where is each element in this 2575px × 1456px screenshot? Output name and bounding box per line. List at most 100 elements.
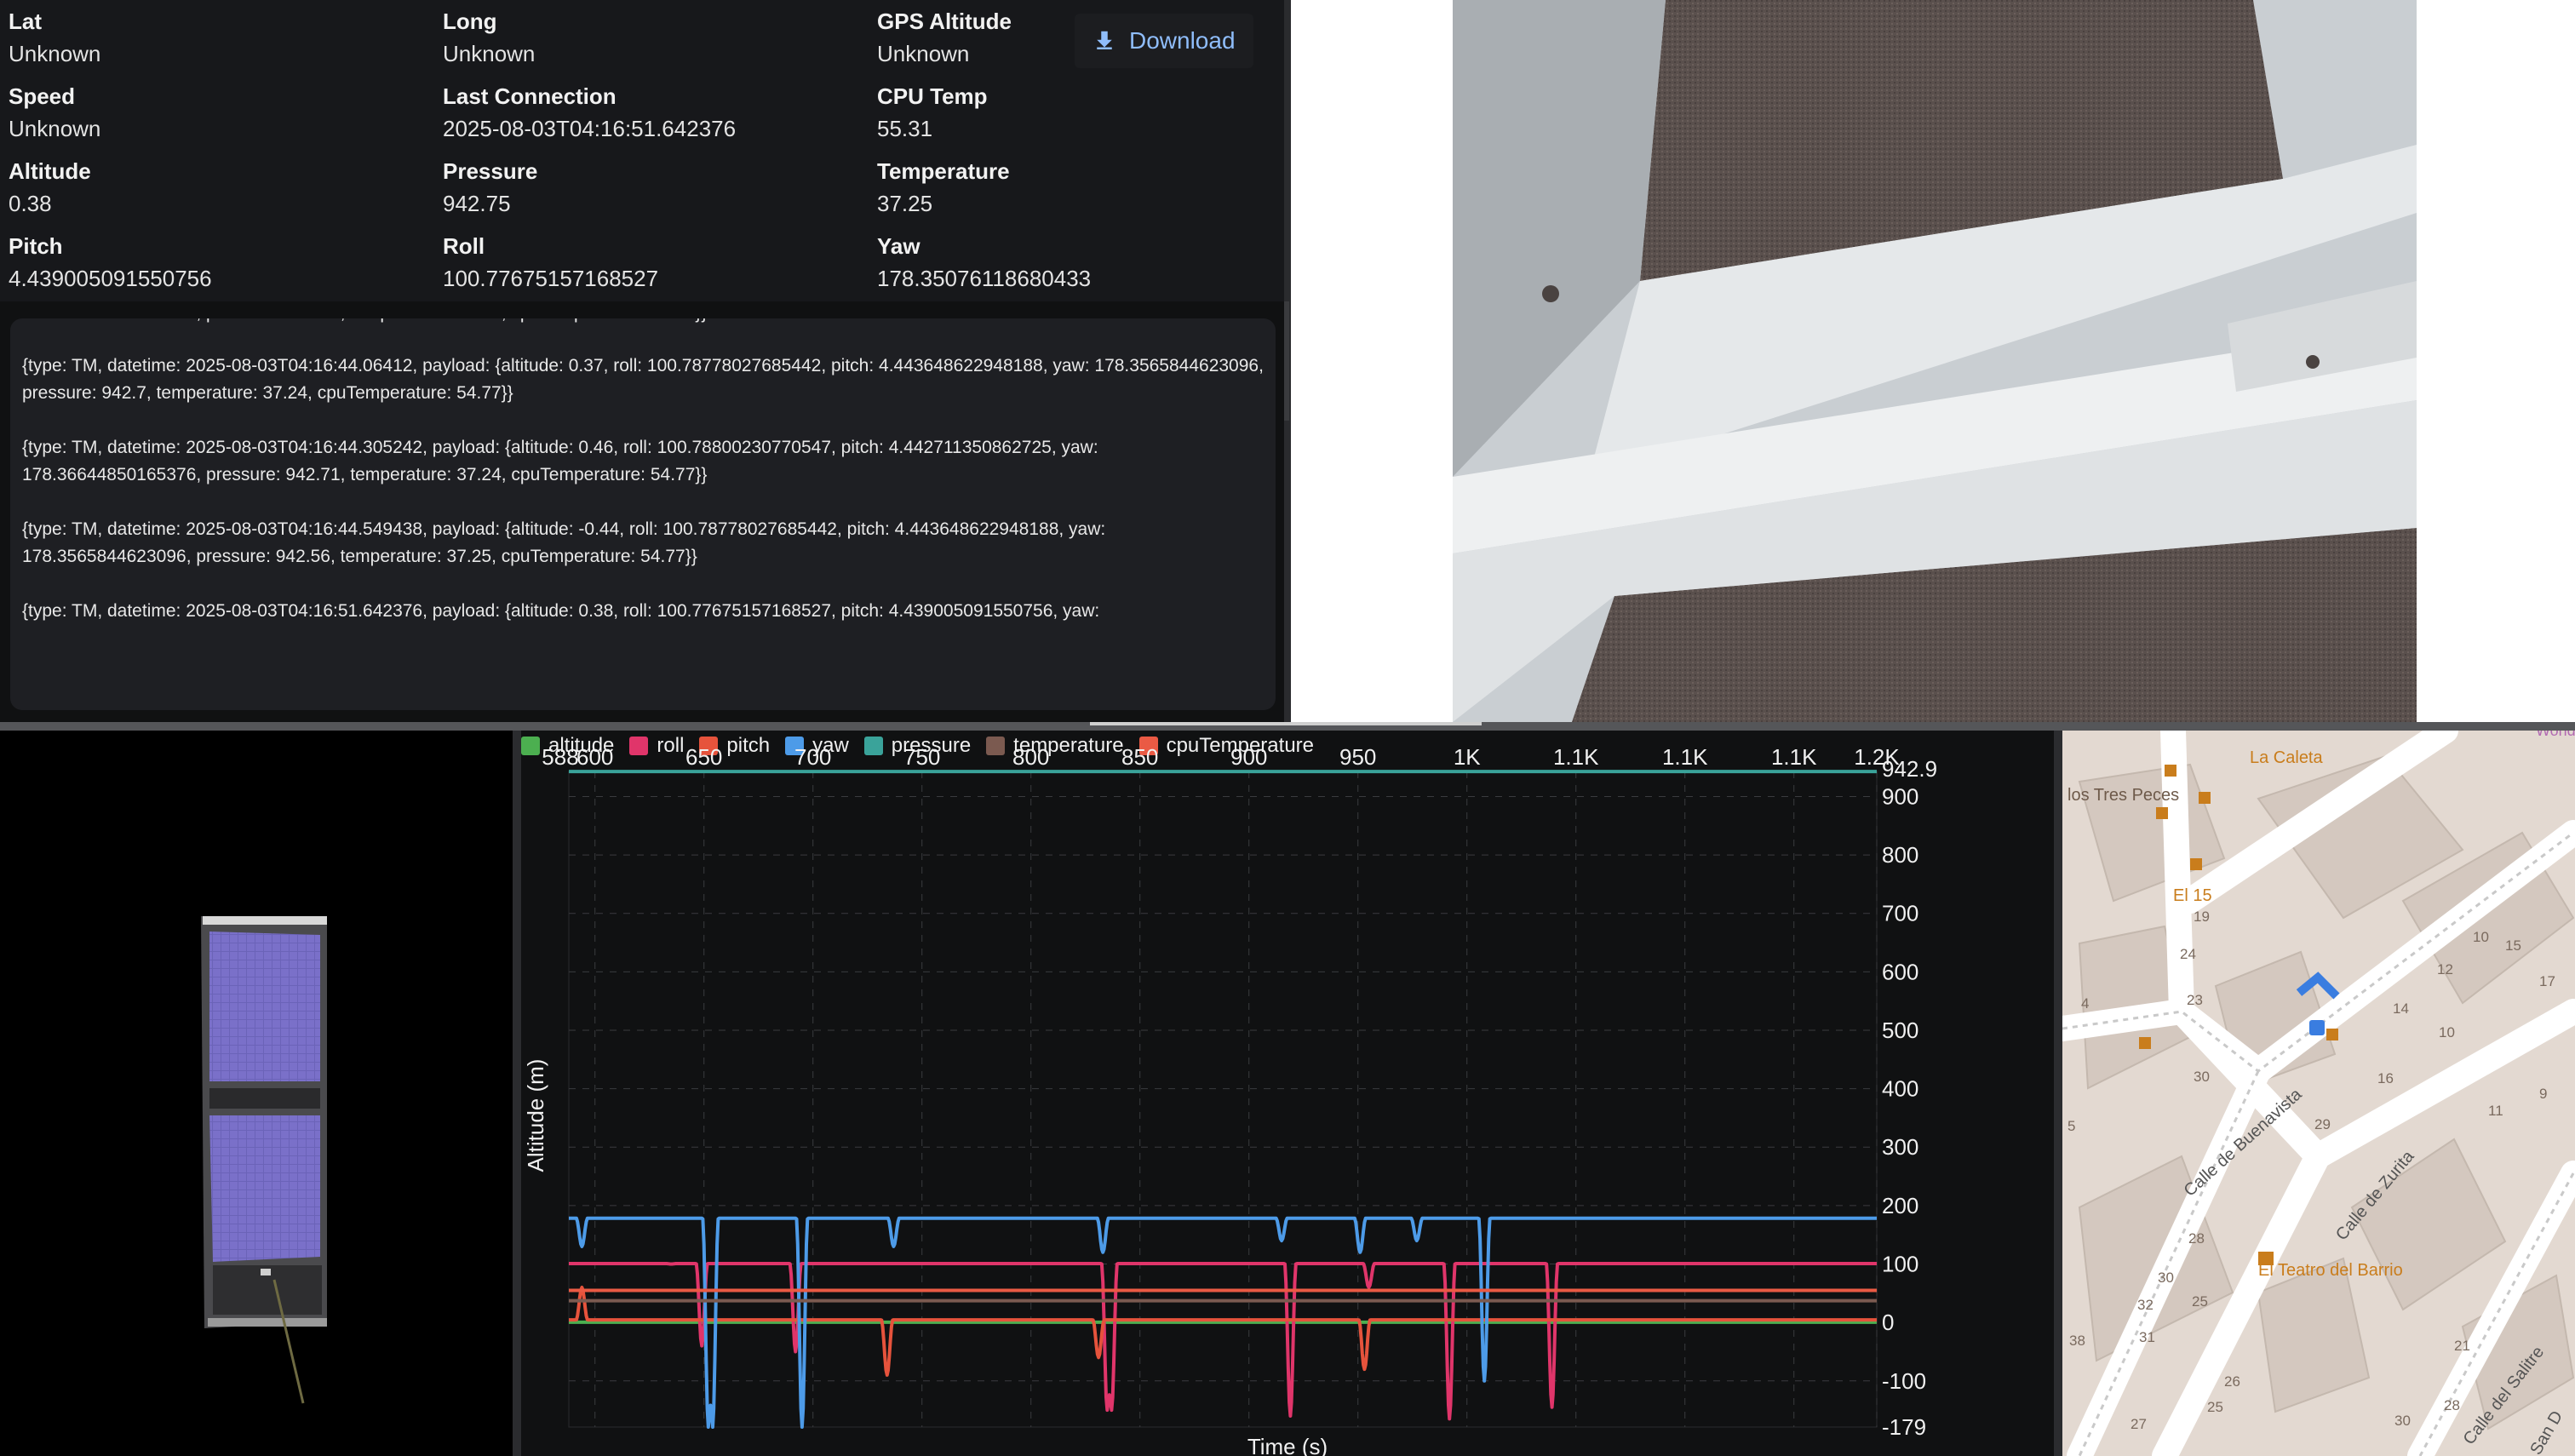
map-label: Wonderla [2536, 731, 2575, 739]
x-tick-label: 800 [1012, 744, 1049, 770]
map-splitter[interactable] [2054, 731, 2062, 1456]
map-street-number: 28 [2188, 1230, 2205, 1247]
gps-altitude-field: GPS Altitude Unknown [877, 5, 1012, 70]
map-street-number: 19 [2194, 909, 2210, 925]
map-street-number: 24 [2180, 946, 2196, 962]
telemetry-panel: Lat Unknown Long Unknown GPS Altitude Un… [0, 0, 1284, 301]
map-street-number: 27 [2131, 1416, 2147, 1432]
y-tick-label: 500 [1882, 1017, 1918, 1043]
map-label: los Tres Peces [2067, 786, 2179, 805]
yaw-label: Yaw [877, 233, 920, 259]
x-axis-label: Time (s) [1247, 1434, 1328, 1456]
map-street-number: 31 [2139, 1329, 2155, 1345]
x-tick-label: 1.1K [1553, 744, 1599, 770]
horizontal-splitter[interactable] [0, 722, 2575, 731]
gps-altitude-value: Unknown [877, 41, 970, 66]
temperature-field: Temperature 37.25 [877, 155, 1010, 220]
y-tick-label: 942.9 [1882, 756, 1937, 782]
altitude-label: Altitude [9, 158, 91, 184]
map-view[interactable]: los Tres Peces La Caleta El 15 El Teatro… [2062, 731, 2575, 1456]
map-label: El 15 [2173, 886, 2212, 905]
x-axis-ticks: 588600 650 700 750 800 850 900 950 1K 1.1K 1.1K 1.1… [542, 744, 1900, 770]
x-tick-label: 950 [1339, 744, 1376, 770]
log-entry: 178.36456678270093, pressure: 942.66, te… [22, 318, 1264, 327]
camera-feed [1291, 0, 2575, 722]
pitch-label: Pitch [9, 233, 63, 259]
map-street-number: 25 [2207, 1399, 2223, 1415]
map-street-number: 32 [2137, 1297, 2153, 1313]
yaw-value: 178.35076118680433 [877, 266, 1092, 291]
map-street-number: 28 [2444, 1397, 2460, 1413]
y-tick-label: 400 [1882, 1076, 1918, 1102]
map-street-number: 5 [2067, 1118, 2075, 1134]
last-connection-label: Last Connection [443, 83, 617, 109]
map-street-number: 30 [2394, 1413, 2411, 1429]
y-tick-label: -179 [1882, 1414, 1926, 1440]
chart-series [568, 770, 1878, 1429]
street-map: los Tres Peces La Caleta El 15 El Teatro… [2062, 731, 2575, 1456]
speed-value: Unknown [9, 116, 101, 141]
y-tick-label: 100 [1882, 1252, 1918, 1277]
altitude-value: 0.38 [9, 191, 52, 216]
speed-field: Speed Unknown [9, 80, 100, 145]
y-axis-label: Altitude (m) [523, 1059, 548, 1172]
map-street-number: 25 [2192, 1293, 2208, 1310]
y-tick-label: -100 [1882, 1368, 1926, 1394]
pitch-value: 4.439005091550756 [9, 266, 212, 291]
splitter-grip[interactable] [1090, 722, 1482, 725]
download-button[interactable]: Download [1075, 14, 1253, 68]
altitude-field: Altitude 0.38 [9, 155, 91, 220]
x-tick-label: 1.1K [1662, 744, 1708, 770]
map-street-number: 4 [2081, 995, 2089, 1012]
download-icon [1097, 31, 1112, 49]
x-tick-label: 1K [1454, 744, 1481, 770]
y-tick-label: 700 [1882, 901, 1918, 926]
plot-frame [568, 771, 1878, 1428]
map-street-number: 10 [2439, 1024, 2455, 1040]
map-street-number: 9 [2539, 1086, 2547, 1102]
satellite-model [201, 916, 327, 1404]
map-street-number: 21 [2454, 1338, 2470, 1354]
x-tick-label: 750 [903, 744, 940, 770]
y-tick-label: 200 [1882, 1193, 1918, 1218]
long-value: Unknown [443, 41, 536, 66]
x-tick-label: 650 [685, 744, 722, 770]
lat-value: Unknown [9, 41, 101, 66]
map-street-number: 12 [2437, 961, 2453, 977]
x-tick-label: 1.1K [1771, 744, 1817, 770]
pressure-field: Pressure 942.75 [443, 155, 537, 220]
y-tick-label: 0 [1882, 1310, 1894, 1335]
cpu-temp-label: CPU Temp [877, 83, 988, 109]
pressure-label: Pressure [443, 158, 538, 184]
temperature-label: Temperature [877, 158, 1010, 184]
log-scrollbar[interactable] [1284, 301, 1289, 421]
chart-grid [568, 771, 1878, 1428]
x-tick-label: 600 [576, 744, 613, 770]
roll-value: 100.77675157168527 [443, 266, 659, 291]
satellite-3d-view[interactable] [0, 731, 513, 1456]
log-entry: {type: TM, datetime: 2025-08-03T04:16:51… [22, 601, 1100, 621]
x-tick-label: 700 [794, 744, 831, 770]
log-panel: 178.36456678270093, pressure: 942.66, te… [0, 301, 1284, 722]
lat-label: Lat [9, 9, 42, 34]
log-list[interactable]: 178.36456678270093, pressure: 942.66, te… [10, 318, 1276, 710]
y-tick-label: 300 [1882, 1134, 1918, 1160]
map-street-number: 23 [2187, 992, 2203, 1008]
map-street-number: 10 [2473, 929, 2489, 945]
cpu-temp-field: CPU Temp 55.31 [877, 80, 988, 145]
long-field: Long Unknown [443, 5, 535, 70]
log-entry: {type: TM, datetime: 2025-08-03T04:16:44… [22, 519, 1106, 566]
map-street-number: 17 [2539, 973, 2555, 989]
map-street-number: 26 [2224, 1373, 2240, 1390]
map-label: La Caleta [2250, 748, 2323, 767]
log-entry: {type: TM, datetime: 2025-08-03T04:16:44… [22, 438, 1098, 484]
cpu-temp-value: 55.31 [877, 116, 933, 141]
chart-canvas: 588600 650 700 750 800 850 900 950 1K 1.1K 1.1K 1.1… [523, 744, 1937, 1456]
last-connection-value: 2025-08-03T04:16:51.642376 [443, 116, 737, 141]
pressure-value: 942.75 [443, 191, 511, 216]
chart-splitter[interactable] [513, 731, 521, 1456]
log-entry: {type: TM, datetime: 2025-08-03T04:16:44… [22, 356, 1264, 403]
telemetry-chart[interactable]: altitude roll pitch yaw pressure temperature c… [521, 731, 2054, 1456]
map-street-number: 38 [2069, 1333, 2085, 1349]
map-street-number: 15 [2505, 937, 2521, 954]
